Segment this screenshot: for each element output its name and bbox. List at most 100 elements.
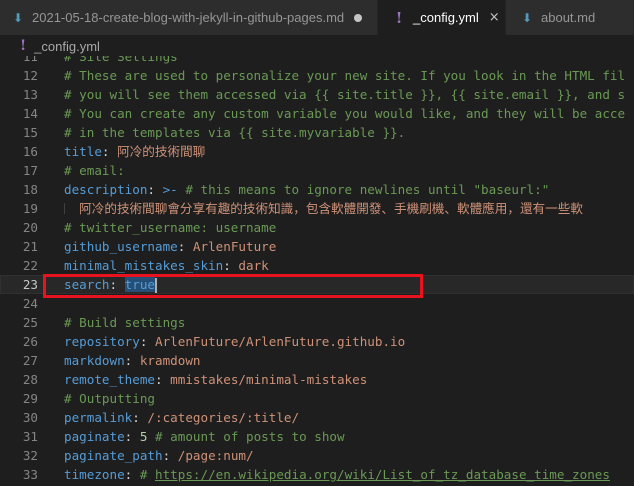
- code-line[interactable]: 28 remote_theme: mmistakes/minimal-mistak…: [0, 370, 634, 389]
- code-text[interactable]: permalink: /:categories/:title/: [64, 408, 299, 427]
- code-text[interactable]: # in the templates via {{ site.myvariabl…: [64, 123, 405, 142]
- code-token: # amount of posts to show: [147, 429, 345, 444]
- code-token: /:categories/:title/: [147, 410, 300, 425]
- tab-bar: ⬇ 2021-05-18-create-blog-with-jekyll-in-…: [0, 0, 634, 35]
- code-line[interactable]: 30 permalink: /:categories/:title/: [0, 408, 634, 427]
- code-token: # twitter_username: username: [64, 220, 277, 235]
- code-line[interactable]: 11 # Site Settings: [0, 56, 634, 66]
- code-text[interactable]: # Outputting: [64, 389, 155, 408]
- code-line[interactable]: 19 阿冷的技術間聊會分享有趣的技術知識，包含軟體開發、手機刷機、軟體應用，還有…: [0, 199, 634, 218]
- tab-config-yml[interactable]: ! _config.yml ×: [378, 0, 506, 35]
- code-text[interactable]: # email:: [64, 161, 125, 180]
- line-number: 32: [22, 448, 38, 463]
- code-line[interactable]: 20 # twitter_username: username: [0, 218, 634, 237]
- code-line[interactable]: 25 # Build settings: [0, 313, 634, 332]
- markdown-icon: ⬇: [12, 10, 24, 25]
- code-token: title: [64, 144, 102, 159]
- code-line[interactable]: 12 # These are used to personalize your n…: [0, 66, 634, 85]
- code-text[interactable]: # Build settings: [64, 313, 185, 332]
- code-token: :: [223, 258, 239, 273]
- line-number: 19: [22, 201, 38, 216]
- tab-label: _config.yml: [413, 10, 479, 25]
- code-text[interactable]: title: 阿冷的技術間聊: [64, 142, 205, 161]
- tab-about-md[interactable]: ⬇ about.md: [506, 0, 634, 35]
- code-text[interactable]: paginate: 5 # amount of posts to show: [64, 427, 345, 446]
- code-token: #: [139, 467, 156, 482]
- code-text[interactable]: repository: ArlenFuture/ArlenFuture.gith…: [64, 332, 405, 351]
- code-token: # Build settings: [64, 315, 186, 330]
- code-token: # These are used to personalize your new…: [64, 68, 626, 83]
- code-token: # this means to ignore newlines until "b…: [177, 182, 550, 197]
- code-text[interactable]: paginate_path: /page:num/: [64, 446, 254, 465]
- line-number: 11: [22, 56, 38, 64]
- code-line[interactable]: 18 description: >- # this means to ignore…: [0, 180, 634, 199]
- code-line[interactable]: 33 timezone: # https://en.wikipedia.org/w…: [0, 465, 634, 484]
- code-line[interactable]: 32 paginate_path: /page:num/: [0, 446, 634, 465]
- close-icon[interactable]: ×: [489, 10, 500, 25]
- annotation-highlight-box: [43, 274, 423, 298]
- code-token: # in the templates via {{ site.myvariabl…: [64, 125, 406, 140]
- line-number: 33: [22, 467, 38, 482]
- code-line[interactable]: 13 # you will see them accessed via {{ si…: [0, 85, 634, 104]
- unsaved-dot-icon[interactable]: [354, 13, 363, 22]
- line-number: 22: [22, 258, 38, 273]
- code-line[interactable]: 17 # email:: [0, 161, 634, 180]
- code-text[interactable]: # These are used to personalize your new…: [64, 66, 625, 85]
- code-token: permalink: [64, 410, 133, 425]
- line-number: 27: [22, 353, 38, 368]
- code-token: /page:num/: [177, 448, 254, 463]
- code-line[interactable]: 14 # You can create any custom variable y…: [0, 104, 634, 123]
- code-line[interactable]: 15 # in the templates via {{ site.myvaria…: [0, 123, 634, 142]
- code-line[interactable]: 31 paginate: 5 # amount of posts to show: [0, 427, 634, 446]
- code-token: remote_theme: [64, 372, 155, 387]
- line-number: 31: [22, 429, 38, 444]
- line-number: 18: [22, 182, 38, 197]
- code-text[interactable]: minimal_mistakes_skin: dark: [64, 256, 269, 275]
- code-text[interactable]: timezone: # https://en.wikipedia.org/wik…: [64, 465, 610, 484]
- line-number: 20: [22, 220, 38, 235]
- code-token: # you will see them accessed via {{ site…: [64, 87, 626, 102]
- code-token: mmistakes/minimal-mistakes: [170, 372, 368, 387]
- code-text[interactable]: # You can create any custom variable you…: [64, 104, 625, 123]
- code-line[interactable]: 22 minimal_mistakes_skin: dark: [0, 256, 634, 275]
- code-line[interactable]: 16 title: 阿冷的技術間聊: [0, 142, 634, 161]
- code-text[interactable]: markdown: kramdown: [64, 351, 201, 370]
- code-line[interactable]: 29 # Outputting: [0, 389, 634, 408]
- code-token: :: [147, 182, 163, 197]
- code-text[interactable]: remote_theme: mmistakes/minimal-mistakes: [64, 370, 367, 389]
- code-token: # email:: [64, 163, 125, 178]
- code-text[interactable]: description: >- # this means to ignore n…: [64, 180, 549, 199]
- line-number: 13: [22, 87, 38, 102]
- line-number: 24: [22, 296, 38, 311]
- tab-blog-post[interactable]: ⬇ 2021-05-18-create-blog-with-jekyll-in-…: [0, 0, 378, 35]
- line-number: 17: [22, 163, 38, 178]
- code-token: minimal_mistakes_skin: [64, 258, 224, 273]
- code-token: markdown: [64, 353, 125, 368]
- breadcrumb-file[interactable]: _config.yml: [34, 39, 100, 54]
- line-number: 23: [22, 277, 38, 292]
- tab-label: about.md: [541, 10, 596, 25]
- code-editor[interactable]: 11 # Site Settings 12 # These are used to p…: [0, 56, 634, 486]
- code-token: :: [124, 467, 140, 482]
- line-number: 29: [22, 391, 38, 406]
- code-token: repository: [64, 334, 140, 349]
- code-text[interactable]: github_username: ArlenFuture: [64, 237, 276, 256]
- tab-label: 2021-05-18-create-blog-with-jekyll-in-gi…: [32, 10, 345, 25]
- code-text[interactable]: 阿冷的技術間聊會分享有趣的技術知識，包含軟體開發、手機刷機、軟體應用，還有一些軟: [64, 199, 583, 218]
- code-token: paginate: [64, 429, 125, 444]
- code-line[interactable]: 26 repository: ArlenFuture/ArlenFuture.gi…: [0, 332, 634, 351]
- code-line[interactable]: 27 markdown: kramdown: [0, 351, 634, 370]
- code-token: >-: [162, 182, 178, 197]
- code-line[interactable]: 21 github_username: ArlenFuture: [0, 237, 634, 256]
- code-token: ArlenFuture: [192, 239, 277, 254]
- code-text[interactable]: # Site Settings: [64, 56, 178, 66]
- yaml-icon: !: [395, 8, 403, 27]
- code-text[interactable]: # twitter_username: username: [64, 218, 276, 237]
- code-token: # You can create any custom variable you…: [64, 106, 626, 121]
- code-text[interactable]: # you will see them accessed via {{ site…: [64, 85, 625, 104]
- code-token: description: [64, 182, 148, 197]
- code-token: github_username: [64, 239, 178, 254]
- code-token: :: [101, 144, 118, 159]
- code-token: :: [124, 429, 140, 444]
- code-token: :: [177, 239, 193, 254]
